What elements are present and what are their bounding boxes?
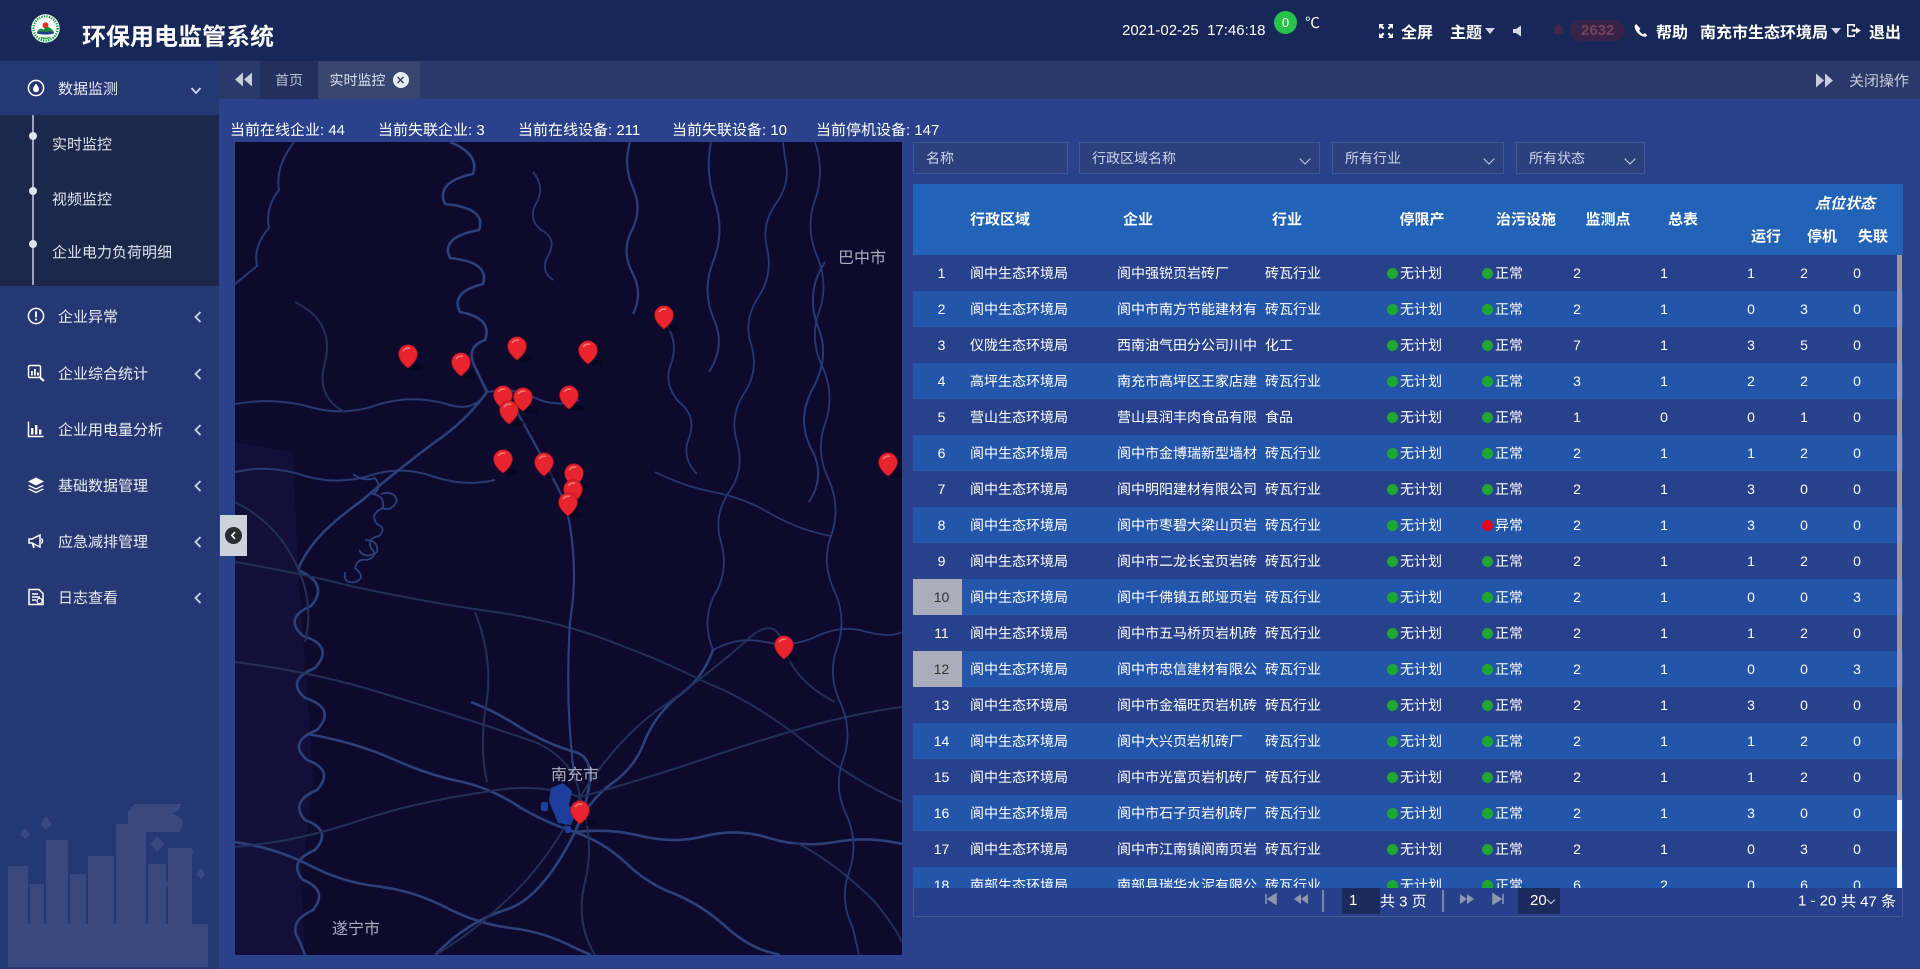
svg-text:遂宁市: 遂宁市 bbox=[332, 920, 380, 938]
svg-text:南充市: 南充市 bbox=[551, 766, 599, 784]
svg-text:巴中市: 巴中市 bbox=[838, 249, 886, 267]
